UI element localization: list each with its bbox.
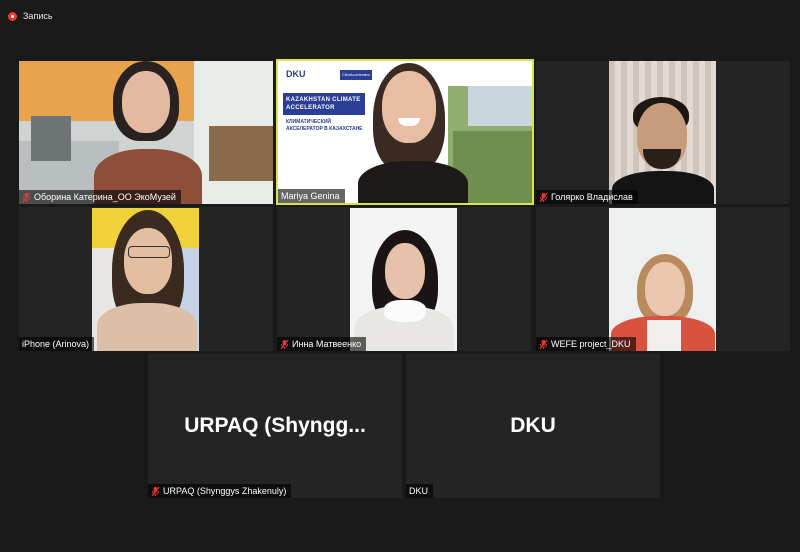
participant-name-bar: DKU [406, 484, 434, 498]
participant-name-bar: Mariya Genina [278, 189, 345, 203]
mic-muted-icon [22, 192, 31, 202]
mic-muted-icon [539, 339, 548, 349]
participant-display-name: DKU [510, 414, 556, 437]
video-feed [609, 208, 716, 351]
slide-logo-right: ClimAccelerator [340, 70, 372, 80]
participant-name: DKU [409, 486, 429, 496]
mic-muted-icon [539, 192, 548, 202]
slide-title: KAZAKHSTAN CLIMATE ACCELERATOR [286, 97, 361, 111]
participant-name-bar: Инна Матвеенко [277, 337, 367, 351]
participant-name-bar: Голярко Владислав [536, 190, 638, 204]
participant-name: Голярко Владислав [551, 192, 633, 202]
video-feed: DKU ClimAccelerator KAZAKHSTAN CLIMATE A… [278, 61, 532, 203]
video-feed [92, 208, 199, 351]
mic-muted-icon [151, 486, 160, 496]
participant-tile[interactable]: iPhone (Arinova) [19, 207, 273, 351]
participant-name: URPAQ (Shynggys Zhakenuly) [163, 486, 287, 496]
participant-name-bar: WEFE project_DKU [536, 337, 636, 351]
recording-label: Запись [23, 11, 53, 21]
participant-name-bar: iPhone (Arinova) [19, 337, 95, 351]
participant-tile-video-off[interactable]: DKU DKU [406, 354, 660, 498]
video-feed [609, 61, 716, 204]
participant-tile[interactable]: Голярко Владислав [536, 61, 790, 204]
participant-name: Оборина Катерина_ОО ЭкоМузей [34, 192, 176, 202]
participant-name: Mariya Genina [281, 191, 340, 201]
mic-muted-icon [280, 339, 289, 349]
participant-name: Инна Матвеенко [292, 339, 362, 349]
slide-logo-left: DKU [286, 69, 306, 79]
participant-tile-video-off[interactable]: URPAQ (Shyngg... URPAQ (Shynggys Zhakenu… [148, 354, 402, 498]
video-feed [350, 208, 457, 351]
participant-name-bar: URPAQ (Shynggys Zhakenuly) [148, 484, 292, 498]
slide-subtitle: КЛИМАТИЧЕСКИЙ АКСЕЛЕРАТОР В КАЗАХСТАНЕ [286, 119, 363, 132]
recording-indicator[interactable]: Запись [8, 8, 53, 24]
participant-tile[interactable]: Оборина Катерина_ОО ЭкоМузей [19, 61, 273, 204]
participant-tile[interactable]: WEFE project_DKU [536, 207, 790, 351]
participant-name: iPhone (Arinova) [22, 339, 90, 349]
participant-tile[interactable]: Инна Матвеенко [277, 207, 531, 351]
participant-tile-active[interactable]: DKU ClimAccelerator KAZAKHSTAN CLIMATE A… [276, 59, 534, 205]
record-icon [8, 11, 17, 21]
video-feed [19, 61, 273, 204]
participant-name: WEFE project_DKU [551, 339, 631, 349]
participant-display-name: URPAQ (Shyngg... [184, 414, 366, 437]
participant-name-bar: Оборина Катерина_ОО ЭкоМузей [19, 190, 181, 204]
